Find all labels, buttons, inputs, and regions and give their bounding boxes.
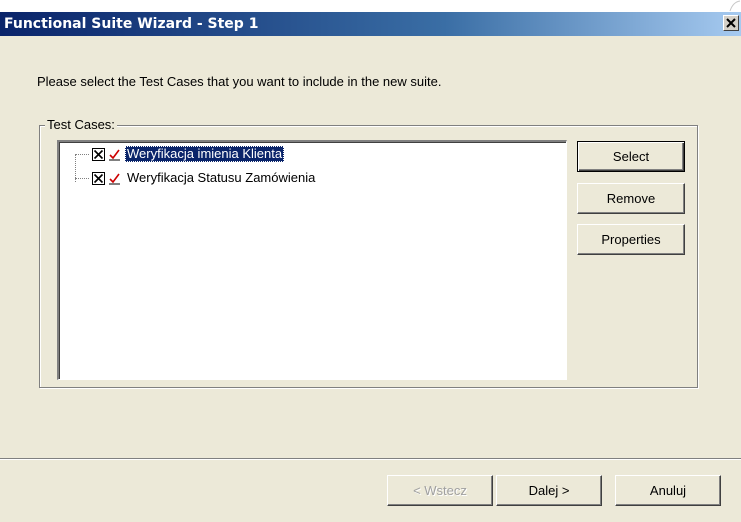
tree-branch-line [75, 153, 89, 155]
footer-separator [0, 458, 741, 460]
corner-decoration-icon [729, 0, 741, 12]
wizard-window: Functional Suite Wizard - Step 1 Please … [0, 0, 741, 522]
test-case-check-icon [109, 173, 120, 184]
cancel-button[interactable]: Anuluj [615, 475, 721, 506]
next-button[interactable]: Dalej > [496, 475, 602, 506]
test-cases-group-label: Test Cases: [45, 117, 117, 133]
tree-item[interactable]: Weryfikacja Statusu Zamówienia [75, 168, 317, 188]
back-button[interactable]: < Wstecz [387, 475, 493, 506]
close-button[interactable] [723, 15, 739, 31]
tree-item-label[interactable]: Weryfikacja Statusu Zamówienia [125, 170, 317, 186]
top-strip [0, 0, 741, 12]
tree-item-label[interactable]: Weryfikacja imienia Klienta [125, 146, 285, 162]
checkbox-checked-icon[interactable] [92, 171, 105, 185]
checkbox-checked-icon[interactable] [92, 147, 105, 161]
select-button[interactable]: Select [577, 141, 685, 172]
title-bar: Functional Suite Wizard - Step 1 [0, 12, 741, 36]
test-case-check-icon [109, 149, 120, 160]
instruction-text: Please select the Test Cases that you wa… [37, 74, 442, 89]
close-icon [726, 18, 736, 28]
window-title: Functional Suite Wizard - Step 1 [4, 16, 259, 32]
properties-button[interactable]: Properties [577, 224, 685, 255]
tree-branch-line [75, 177, 89, 179]
test-cases-tree[interactable]: Weryfikacja imienia Klienta Weryfikacja … [57, 140, 567, 380]
remove-button[interactable]: Remove [577, 183, 685, 214]
tree-item[interactable]: Weryfikacja imienia Klienta [75, 144, 285, 164]
